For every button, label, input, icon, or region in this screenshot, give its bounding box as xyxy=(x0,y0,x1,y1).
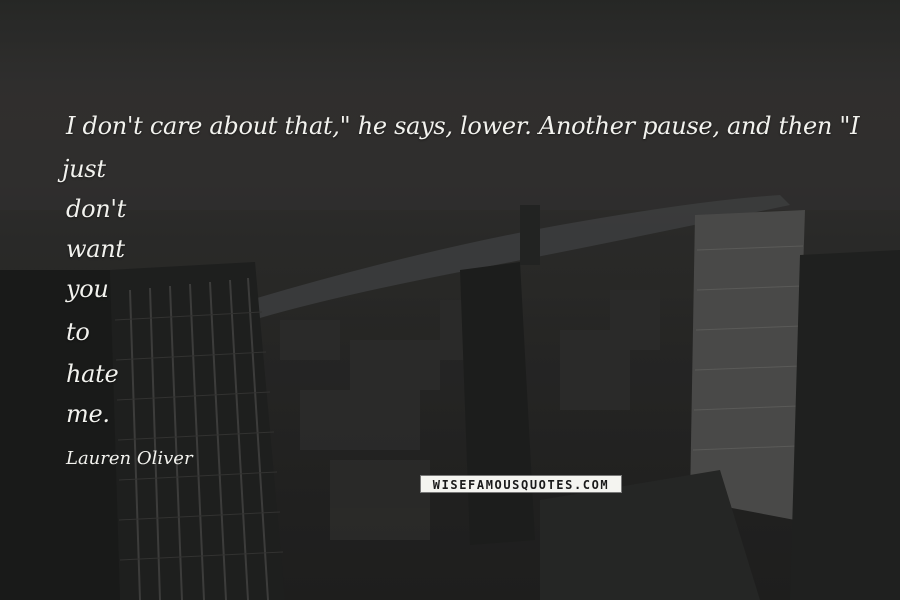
quote-line-4: want xyxy=(66,235,125,263)
city-skyline-illustration xyxy=(0,0,900,600)
quote-line-8: me. xyxy=(66,400,110,428)
quote-line-7: hate xyxy=(66,360,119,388)
quote-line-1: I don't care about that," he says, lower… xyxy=(66,112,860,140)
background-city-photo: I don't care about that," he says, lower… xyxy=(0,0,900,600)
quote-line-6: to xyxy=(66,318,90,346)
site-watermark: WISEFAMOUSQUOTES.COM xyxy=(420,475,622,493)
quote-line-3: don't xyxy=(66,195,127,223)
quote-author: Lauren Oliver xyxy=(66,448,193,469)
quote-line-5: you xyxy=(66,275,109,303)
quote-line-2: just xyxy=(62,155,106,183)
